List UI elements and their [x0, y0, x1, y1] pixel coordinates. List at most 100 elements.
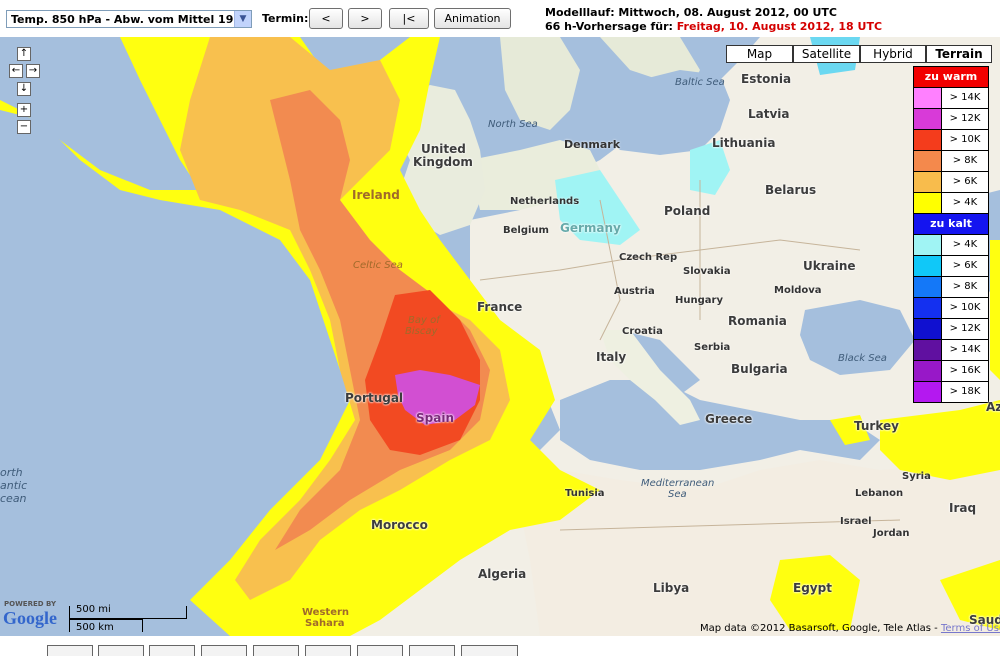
warm-row: > 14K — [914, 87, 988, 108]
parameter-select-value: Temp. 850 hPa - Abw. vom Mittel 1961-90 — [11, 13, 252, 26]
cold-swatch — [914, 298, 942, 318]
bottom-tab[interactable] — [149, 645, 195, 656]
pan-down-button[interactable]: ↓ — [17, 82, 31, 96]
first-button[interactable]: |< — [389, 8, 429, 29]
label-slovakia: Slovakia — [683, 266, 731, 277]
cold-swatch — [914, 361, 942, 381]
label-libya: Libya — [653, 581, 690, 595]
termin-label: Termin: — [262, 12, 309, 25]
warm-label: > 14K — [949, 92, 981, 103]
label-belarus: Belarus — [765, 183, 817, 197]
scale-mi-label: 500 mi — [76, 604, 111, 615]
label-egypt: Egypt — [793, 581, 832, 595]
label-estonia: Estonia — [741, 72, 792, 86]
bottom-tab[interactable] — [47, 645, 93, 656]
cold-row: > 4K — [914, 234, 988, 255]
legend-warm-title: zu warm — [914, 67, 988, 87]
terms-link[interactable]: Terms of Use — [941, 623, 1000, 634]
label-med-sea: Sea — [668, 489, 687, 500]
warm-label: > 12K — [949, 113, 981, 124]
label-iraq: Iraq — [949, 501, 977, 515]
map[interactable]: ↑ ← → ↓ + − Map Satellite Hybrid Terrain… — [0, 37, 1000, 636]
label-serbia: Serbia — [694, 342, 731, 353]
warm-row: > 8K — [914, 150, 988, 171]
label-celtic-sea: Celtic Sea — [353, 260, 403, 271]
bottom-tab[interactable] — [305, 645, 351, 656]
label-moldova: Moldova — [774, 285, 822, 296]
map-type-map[interactable]: Map — [726, 45, 793, 63]
forecast-date: Freitag, 10. August 2012, 18 UTC — [676, 20, 883, 33]
label-italy: Italy — [596, 350, 627, 364]
map-type-terrain[interactable]: Terrain — [926, 45, 992, 63]
copyright-text: Map data ©2012 Basarsoft, Google, Tele A… — [700, 623, 941, 634]
label-black-sea: Black Sea — [838, 353, 887, 364]
map-type-hybrid[interactable]: Hybrid — [860, 45, 926, 63]
bottom-tab[interactable] — [201, 645, 247, 656]
cold-label: > 10K — [949, 302, 981, 313]
pan-up-button[interactable]: ↑ — [17, 47, 31, 61]
label-mediterranean: Mediterranean — [641, 478, 715, 489]
cold-row: > 8K — [914, 276, 988, 297]
label-atlantic-3: cean — [0, 492, 27, 505]
zoom-in-button[interactable]: + — [17, 103, 31, 117]
forecast-prefix: 66 h-Vorhersage für: — [545, 20, 677, 33]
cold-row: > 12K — [914, 318, 988, 339]
label-france: France — [477, 300, 523, 314]
cold-label: > 14K — [949, 344, 981, 355]
chevron-down-icon[interactable]: ▼ — [234, 11, 251, 27]
pan-left-button[interactable]: ← — [9, 64, 23, 78]
powered-by: POWERED BY — [4, 600, 57, 608]
next-button[interactable]: > — [348, 8, 382, 29]
cold-swatch — [914, 340, 942, 360]
cold-swatch — [914, 235, 942, 255]
bottom-bar — [0, 636, 1000, 656]
bottom-tab[interactable] — [253, 645, 299, 656]
bottom-tab[interactable] — [461, 645, 518, 656]
map-type-satellite[interactable]: Satellite — [793, 45, 860, 63]
label-greece: Greece — [705, 412, 753, 426]
label-hungary: Hungary — [675, 295, 723, 306]
bottom-tab[interactable] — [98, 645, 144, 656]
warm-label: > 8K — [952, 155, 978, 166]
google-logo[interactable]: Google — [3, 608, 57, 629]
label-israel: Israel — [840, 516, 872, 527]
warm-row: > 4K — [914, 192, 988, 213]
label-portugal: Portugal — [345, 391, 404, 405]
warm-swatch — [914, 88, 942, 108]
cold-label: > 16K — [949, 365, 981, 376]
bottom-tab[interactable] — [409, 645, 455, 656]
label-ukraine: Ukraine — [803, 259, 856, 273]
warm-swatch — [914, 109, 942, 129]
label-austria: Austria — [614, 286, 655, 297]
label-tunisia: Tunisia — [565, 488, 605, 499]
label-poland: Poland — [664, 204, 711, 218]
prev-button[interactable]: < — [309, 8, 343, 29]
label-baltic-sea: Baltic Sea — [675, 77, 725, 88]
zoom-out-button[interactable]: − — [17, 120, 31, 134]
label-ireland: Ireland — [352, 188, 400, 202]
cold-row: > 18K — [914, 381, 988, 402]
cold-row: > 14K — [914, 339, 988, 360]
parameter-select[interactable]: Temp. 850 hPa - Abw. vom Mittel 1961-90 … — [6, 10, 252, 28]
label-germany: Germany — [560, 221, 621, 235]
label-turkey: Turkey — [854, 419, 899, 433]
label-biscay: Biscay — [405, 326, 438, 337]
label-netherlands: Netherlands — [510, 196, 580, 207]
model-run-text: Modelllauf: Mittwoch, 08. August 2012, 0… — [545, 6, 837, 19]
pan-right-button[interactable]: → — [26, 64, 40, 78]
label-latvia: Latvia — [748, 107, 790, 121]
label-atlantic-2: antic — [0, 479, 28, 492]
label-croatia: Croatia — [622, 326, 663, 337]
label-western: Western — [302, 607, 350, 618]
forecast-text: 66 h-Vorhersage für: Freitag, 10. August… — [545, 20, 882, 33]
cold-row: > 10K — [914, 297, 988, 318]
cold-label: > 6K — [952, 260, 978, 271]
warm-label: > 6K — [952, 176, 978, 187]
cold-row: > 6K — [914, 255, 988, 276]
label-lithuania: Lithuania — [712, 136, 776, 150]
warm-swatch — [914, 151, 942, 171]
warm-label: > 4K — [952, 197, 978, 208]
animation-button[interactable]: Animation — [434, 8, 511, 29]
label-algeria: Algeria — [478, 567, 527, 581]
bottom-tab[interactable] — [357, 645, 403, 656]
